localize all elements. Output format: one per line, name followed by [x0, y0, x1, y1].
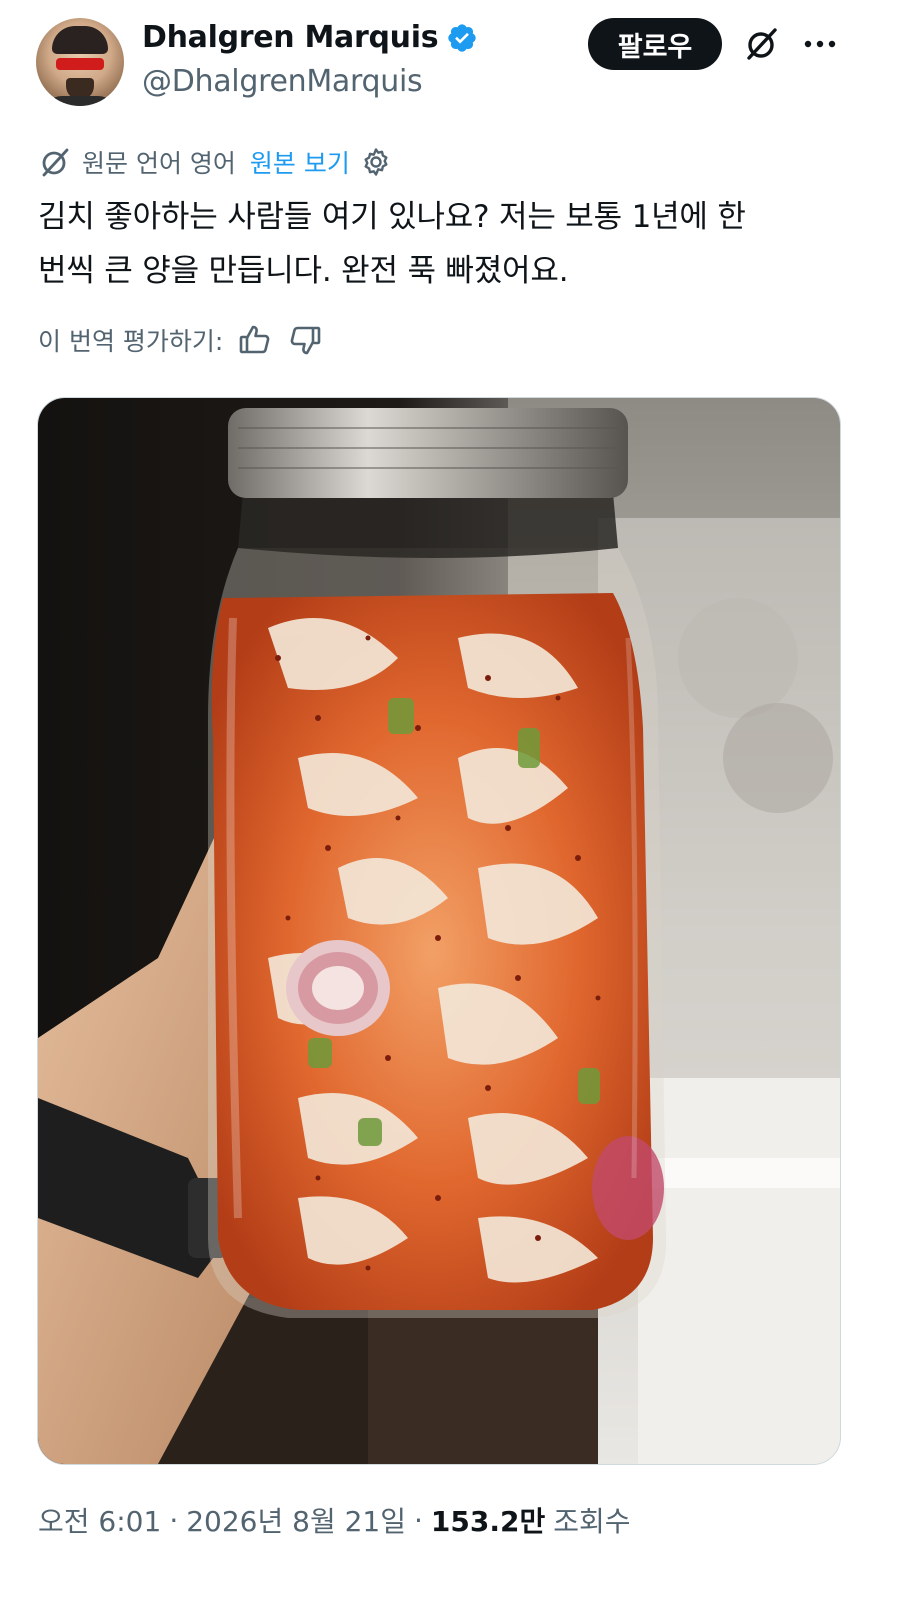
avatar[interactable]: [36, 18, 124, 106]
tweet-text: 김치 좋아하는 사람들 여기 있나요? 저는 보통 1년에 한 번씩 큰 양을 …: [38, 190, 858, 298]
rate-translation-row: 이 번역 평가하기:: [38, 322, 323, 358]
thumbs-up-icon[interactable]: [237, 322, 273, 358]
rate-translation-label: 이 번역 평가하기:: [38, 327, 224, 356]
more-icon[interactable]: [800, 28, 840, 60]
show-original-link[interactable]: 원본 보기: [250, 144, 350, 180]
tweet-text-line: 번씩 큰 양을 만듭니다. 완전 푹 빠졌어요.: [38, 253, 569, 289]
author-handle[interactable]: @DhalgrenMarquis: [142, 64, 423, 99]
thumbs-down-icon[interactable]: [287, 322, 323, 358]
translation-source-text: 원문 언어 영어: [82, 149, 236, 178]
kimchi-jar-photo: [38, 398, 840, 1464]
tweet-text-line: 김치 좋아하는 사람들 여기 있나요? 저는 보통 1년에 한: [38, 199, 746, 235]
translation-bar: 원문 언어 영어 원본 보기: [38, 144, 392, 180]
tweet-meta: 오전 6:01 · 2026년 8월 21일 · 153.2만 조회수: [38, 1500, 631, 1540]
gear-icon[interactable]: [360, 146, 392, 178]
meta-separator: ·: [414, 1503, 423, 1537]
author-display-name[interactable]: Dhalgren Marquis: [142, 20, 439, 55]
meta-separator: ·: [169, 1503, 179, 1537]
views-count: 153.2만: [430, 1505, 546, 1538]
tweet-date[interactable]: 2026년 8월 21일: [186, 1500, 406, 1540]
grok-icon[interactable]: [742, 24, 782, 64]
tweet-time[interactable]: 오전 6:01: [38, 1500, 161, 1540]
avatar-cap: [52, 26, 108, 54]
tweet-media-photo[interactable]: [37, 397, 841, 1465]
verified-badge-icon: [446, 22, 478, 54]
follow-button[interactable]: 팔로우: [588, 18, 722, 70]
views-label: 조회수: [553, 1505, 631, 1538]
translate-icon: [38, 145, 72, 179]
avatar-shirt: [42, 96, 118, 106]
avatar-glasses: [56, 58, 104, 70]
author-name-row[interactable]: Dhalgren Marquis: [142, 20, 478, 55]
